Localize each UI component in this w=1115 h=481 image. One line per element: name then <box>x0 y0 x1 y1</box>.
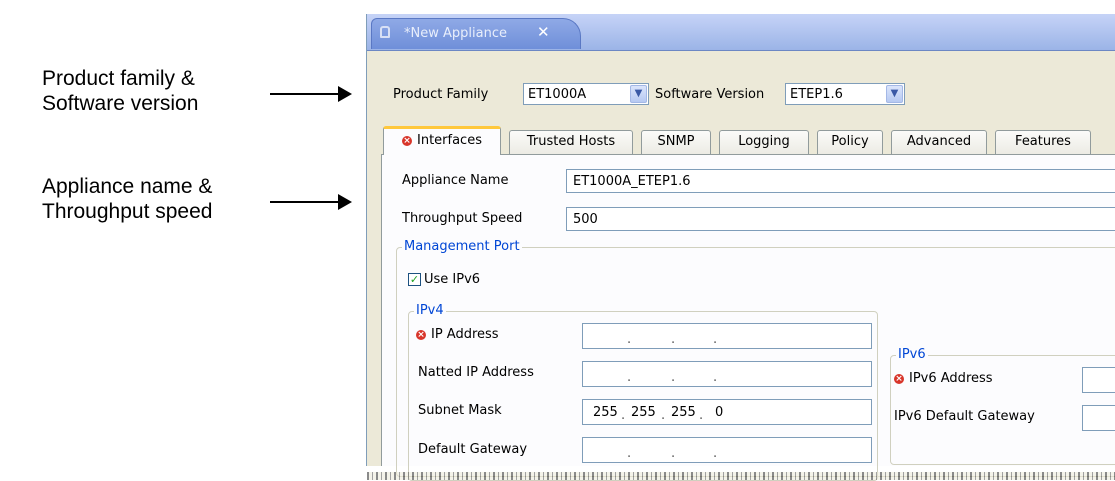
tab-advanced[interactable]: Advanced <box>891 130 987 154</box>
subnet-mask-label: Subnet Mask <box>418 403 502 418</box>
editor-tab-title: *New Appliance <box>404 26 507 41</box>
software-version-value: ETEP1.6 <box>790 87 843 102</box>
appliance-name-input[interactable]: ET1000A_ETEP1.6 <box>566 169 1115 193</box>
tab-label: SNMP <box>657 134 695 149</box>
product-family-value: ET1000A <box>528 87 587 102</box>
error-icon: × <box>402 136 412 146</box>
tab-label: Advanced <box>906 134 972 149</box>
subnet-octet: 255 <box>671 405 696 420</box>
chevron-down-icon[interactable]: ▼ <box>630 85 647 103</box>
natted-ip-label: Natted IP Address <box>418 365 534 380</box>
ip-address-input[interactable]: ... <box>582 323 872 349</box>
appliance-name-label: Appliance Name <box>402 173 509 188</box>
subnet-octet: 255 <box>593 405 618 420</box>
tab-label: Trusted Hosts <box>526 134 616 149</box>
editor-tab-bar: *New Appliance ✕ <box>367 14 1115 51</box>
close-icon[interactable]: ✕ <box>537 23 550 41</box>
annotation-text: Software version <box>42 92 199 115</box>
appliance-editor-window: *New Appliance ✕ Product Family ET1000A … <box>366 14 1115 481</box>
interfaces-tab-body: Appliance Name ET1000A_ETEP1.6 Throughpu… <box>381 154 1115 481</box>
ipv6-gateway-label: IPv6 Default Gateway <box>894 409 1035 424</box>
product-family-label: Product Family <box>393 87 489 102</box>
annotation-text: Product family & <box>42 67 195 90</box>
product-family-select[interactable]: ET1000A ▼ <box>523 83 649 105</box>
chevron-down-icon[interactable]: ▼ <box>886 85 903 103</box>
use-ipv6-label: Use IPv6 <box>424 272 481 287</box>
arrow-appliance-name <box>270 194 352 210</box>
throughput-speed-value: 500 <box>573 212 598 227</box>
annotation-text: Appliance name & <box>42 175 213 198</box>
throughput-speed-label: Throughput Speed <box>402 211 523 226</box>
tab-label: Features <box>1015 134 1071 149</box>
ipv6-address-input[interactable] <box>1082 367 1115 393</box>
ipv6-gateway-input[interactable] <box>1082 405 1115 431</box>
ipv6-address-label-text: IPv6 Address <box>909 371 993 386</box>
editor-tab-new-appliance[interactable]: *New Appliance ✕ <box>371 18 581 49</box>
tab-snmp[interactable]: SNMP <box>641 130 711 154</box>
software-version-label: Software Version <box>655 87 765 102</box>
use-ipv6-checkbox[interactable]: ✓ <box>408 273 421 286</box>
default-gateway-label: Default Gateway <box>418 442 528 457</box>
subnet-octet: 0 <box>715 405 724 420</box>
tab-label: Interfaces <box>417 133 482 148</box>
ipv6-title: IPv6 <box>896 347 928 362</box>
tab-label: Logging <box>738 134 790 149</box>
management-port-title: Management Port <box>402 239 522 254</box>
arrow-product-family <box>270 86 352 102</box>
ip-address-label: × IP Address <box>416 327 499 342</box>
tab-trusted-hosts[interactable]: Trusted Hosts <box>509 130 633 154</box>
tab-interfaces[interactable]: × Interfaces <box>383 126 501 155</box>
annotation-appliance-name: Appliance name & Throughput speed <box>42 174 212 224</box>
default-gateway-input[interactable]: ... <box>582 437 872 463</box>
software-version-select[interactable]: ETEP1.6 ▼ <box>785 83 905 105</box>
lock-icon <box>380 26 390 38</box>
truncated-status-text <box>367 472 1115 480</box>
annotation-product-family: Product family & Software version <box>42 66 198 116</box>
annotation-text: Throughput speed <box>42 200 213 223</box>
ipv6-address-label: × IPv6 Address <box>894 371 993 386</box>
subnet-octet: 255 <box>631 405 656 420</box>
subnet-mask-input[interactable]: 255 . 255 . 255 . 0 <box>582 399 872 425</box>
appliance-name-value: ET1000A_ETEP1.6 <box>573 174 691 189</box>
tab-features[interactable]: Features <box>995 130 1091 154</box>
natted-ip-input[interactable]: ... <box>582 361 872 387</box>
appliance-form-panel: Product Family ET1000A ▼ Software Versio… <box>371 54 1115 481</box>
error-icon: × <box>416 330 426 340</box>
throughput-speed-input[interactable]: 500 <box>566 207 1115 231</box>
tab-logging[interactable]: Logging <box>719 130 809 154</box>
error-icon: × <box>894 374 904 384</box>
ip-address-label-text: IP Address <box>431 327 499 342</box>
ipv4-title: IPv4 <box>414 303 446 318</box>
tab-label: Policy <box>831 134 869 149</box>
tab-policy[interactable]: Policy <box>817 130 883 154</box>
